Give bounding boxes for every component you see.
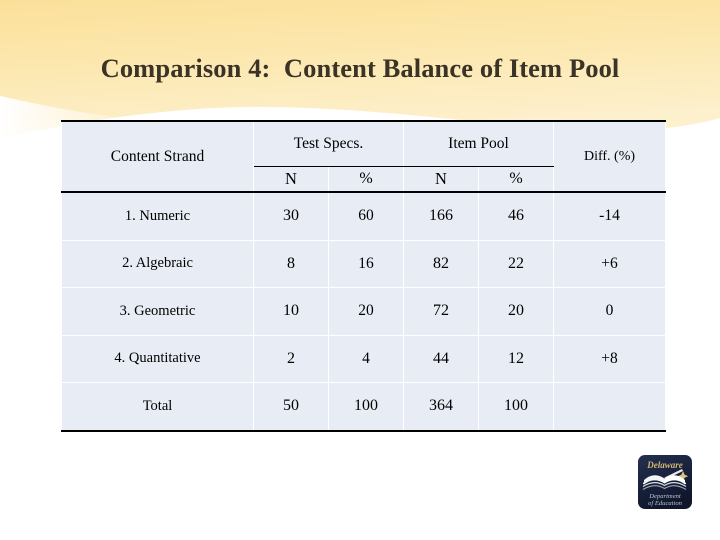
- row-strand: 1. Numeric: [61, 191, 254, 241]
- row-spec-n: 30: [253, 191, 329, 241]
- total-spec-n: 50: [253, 382, 329, 432]
- row-pool-percent: 20: [478, 287, 555, 336]
- total-diff: [553, 382, 667, 432]
- total-strand: Total: [61, 382, 254, 432]
- row-pool-percent: 46: [478, 191, 555, 241]
- page-title: Comparison 4: Content Balance of Item Po…: [100, 53, 620, 83]
- header-diff-percent: Diff. (%): [553, 120, 667, 193]
- delaware-doe-logo: Delaware Department of Education: [636, 453, 694, 511]
- row-strand: 4. Quantitative: [61, 334, 254, 383]
- table-row: 2. Algebraic 8 16 82 22 +6: [61, 239, 667, 288]
- row-spec-n: 10: [253, 287, 329, 336]
- row-spec-percent: 16: [327, 239, 405, 288]
- row-spec-n: 2: [253, 334, 329, 383]
- header-item-pool-percent: %: [478, 166, 555, 193]
- svg-text:Delaware: Delaware: [646, 460, 683, 470]
- row-pool-n: 166: [403, 191, 480, 241]
- total-pool-n: 364: [403, 382, 480, 432]
- header-item-pool-n: N: [403, 166, 480, 193]
- row-spec-percent: 60: [327, 191, 405, 241]
- svg-text:Department: Department: [648, 493, 681, 500]
- row-strand: 3. Geometric: [61, 287, 254, 336]
- table-row-total: Total 50 100 364 100: [61, 382, 667, 432]
- row-pool-n: 44: [403, 334, 480, 383]
- row-diff: -14: [553, 191, 667, 241]
- table-body: 1. Numeric 30 60 166 46 -14 2. Algebraic…: [61, 191, 667, 432]
- row-spec-percent: 20: [327, 287, 405, 336]
- row-spec-percent: 4: [327, 334, 405, 383]
- table-header: Content Strand Test Specs. Item Pool Dif…: [61, 120, 667, 193]
- delaware-doe-logo-icon: Delaware Department of Education: [638, 455, 692, 509]
- header-item-pool: Item Pool: [403, 120, 555, 167]
- row-strand: 2. Algebraic: [61, 239, 254, 288]
- header-test-specs: Test Specs.: [252, 120, 405, 167]
- content-balance-table: Content Strand Test Specs. Item Pool Dif…: [61, 120, 667, 432]
- row-diff: +6: [553, 239, 667, 288]
- row-spec-n: 8: [253, 239, 329, 288]
- header-content-strand: Content Strand: [61, 120, 254, 193]
- total-pool-percent: 100: [478, 382, 555, 432]
- table-row: 3. Geometric 10 20 72 20 0: [61, 287, 667, 336]
- row-pool-n: 72: [403, 287, 480, 336]
- total-spec-percent: 100: [327, 382, 405, 432]
- row-diff: 0: [553, 287, 667, 336]
- row-pool-n: 82: [403, 239, 480, 288]
- row-diff: +8: [553, 334, 667, 383]
- svg-text:of Education: of Education: [648, 500, 683, 507]
- table-row: 1. Numeric 30 60 166 46 -14: [61, 191, 667, 241]
- header-test-specs-n: N: [253, 166, 329, 193]
- table-row: 4. Quantitative 2 4 44 12 +8: [61, 334, 667, 383]
- row-pool-percent: 12: [478, 334, 555, 383]
- table-header-row-groups: Content Strand Test Specs. Item Pool Dif…: [61, 120, 667, 193]
- header-test-specs-percent: %: [327, 166, 405, 193]
- row-pool-percent: 22: [478, 239, 555, 288]
